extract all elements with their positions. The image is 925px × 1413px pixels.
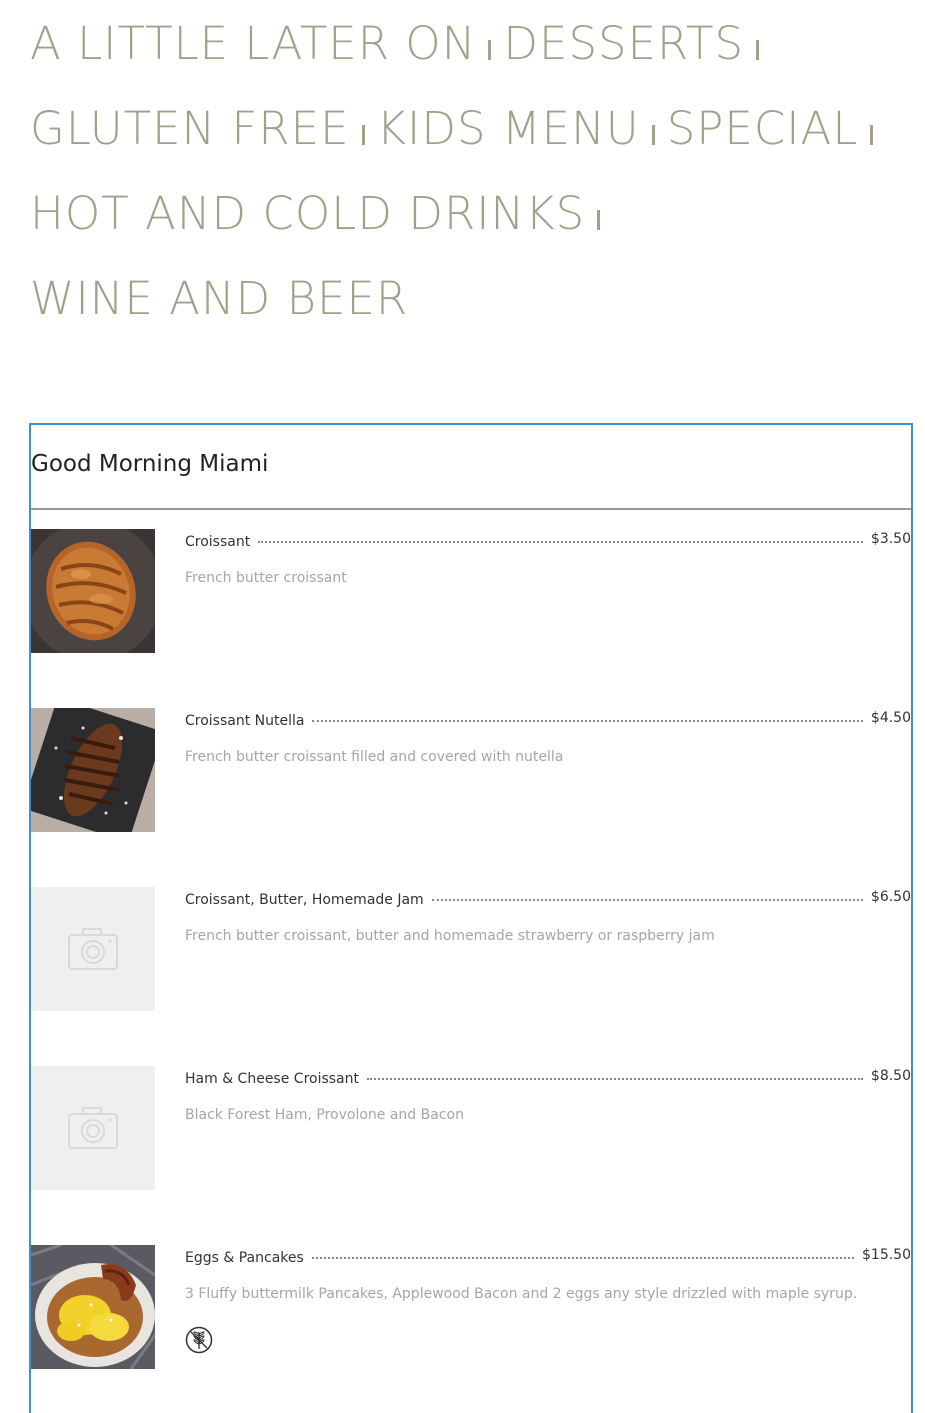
item-description: French butter croissant, butter and home… (185, 928, 715, 944)
menu-item: Ham & Cheese Croissant $8.50 Black Fores… (31, 1066, 911, 1196)
menu-item: Croissant Nutella $4.50 French butter cr… (31, 708, 911, 838)
section-divider (31, 508, 911, 510)
nav-link-kids-menu[interactable]: KIDS MENU (377, 99, 640, 159)
nav-row-3: HOT AND COLD DRINKS (30, 184, 612, 244)
dotted-leader (312, 720, 863, 722)
item-name: Croissant Nutella (185, 713, 305, 729)
item-price: $8.50 (870, 1068, 911, 1084)
item-description: French butter croissant (185, 570, 347, 586)
dotted-leader (258, 541, 863, 543)
item-name-row: Croissant, Butter, Homemade Jam $6.50 (185, 889, 911, 908)
menu-item: Croissant, Butter, Homemade Jam $6.50 Fr… (31, 887, 911, 1017)
item-name-row: Croissant $3.50 (185, 531, 911, 550)
item-price: $6.50 (870, 889, 911, 905)
menu-item: Eggs & Pancakes $15.50 3 Fluffy buttermi… (31, 1245, 911, 1375)
dotted-leader (431, 899, 863, 901)
nav-link-hot-and-cold-drinks[interactable]: HOT AND COLD DRINKS (30, 184, 585, 244)
item-name: Ham & Cheese Croissant (185, 1071, 360, 1087)
item-price: $4.50 (870, 710, 911, 726)
menu-section-frame: Good Morning Miami Croissant $3.50 Frenc… (29, 423, 913, 1413)
item-name: Eggs & Pancakes (185, 1250, 304, 1266)
nav-separator (361, 125, 365, 145)
item-name-row: Eggs & Pancakes $15.50 (185, 1247, 911, 1266)
nav-row-2: GLUTEN FREE KIDS MENU SPECIAL (30, 99, 885, 159)
item-name-row: Ham & Cheese Croissant $8.50 (185, 1068, 911, 1087)
nav-separator (756, 40, 760, 60)
dotted-leader (311, 1257, 854, 1259)
item-description: Black Forest Ham, Provolone and Bacon (185, 1107, 464, 1123)
nav-link-a-little-later-on[interactable]: A LITTLE LATER ON (30, 14, 476, 74)
nav-row-4: WINE AND BEER (30, 269, 408, 329)
nav-link-desserts[interactable]: DESSERTS (503, 14, 744, 74)
nav-link-special[interactable]: SPECIAL (667, 99, 859, 159)
nutella-croissant-photo (31, 708, 155, 832)
nav-separator (651, 125, 655, 145)
dotted-leader (367, 1078, 863, 1080)
menu-category-nav: A LITTLE LATER ON DESSERTS GLUTEN FREE K… (30, 14, 910, 354)
wheat-icon (185, 1326, 213, 1354)
item-description: 3 Fluffy buttermilk Pancakes, Applewood … (185, 1286, 858, 1302)
croissant-photo (31, 529, 155, 653)
item-name: Croissant, Butter, Homemade Jam (185, 892, 424, 908)
item-price: $3.50 (870, 531, 911, 547)
item-description: French butter croissant filled and cover… (185, 749, 564, 765)
nav-link-gluten-free[interactable]: GLUTEN FREE (30, 99, 350, 159)
nav-link-wine-and-beer[interactable]: WINE AND BEER (30, 269, 408, 329)
item-name: Croissant (185, 534, 251, 550)
camera-placeholder-icon (31, 887, 155, 1011)
camera-placeholder-icon (31, 1066, 155, 1190)
item-name-row: Croissant Nutella $4.50 (185, 710, 911, 729)
nav-separator (488, 40, 492, 60)
item-price: $15.50 (862, 1247, 911, 1263)
nav-row-1: A LITTLE LATER ON DESSERTS (30, 14, 771, 74)
menu-item: Croissant $3.50 French butter croissant (31, 529, 911, 659)
nav-separator (870, 125, 874, 145)
nav-separator (597, 210, 601, 230)
eggs-pancakes-photo (31, 1245, 155, 1369)
section-title: Good Morning Miami (31, 451, 269, 477)
